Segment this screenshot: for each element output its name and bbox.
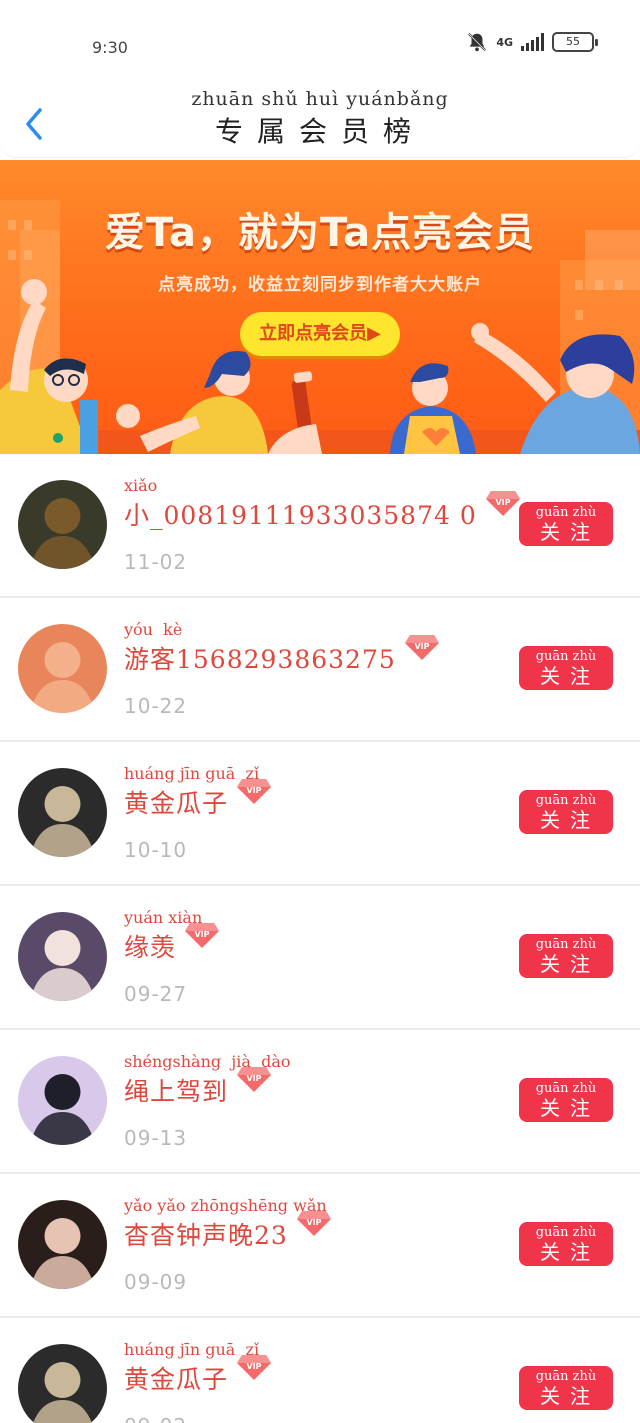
top-bar: 9:30 4G 55 zhuān shǔ huì yuánbǎng 专属会员榜 [0, 0, 640, 158]
follow-button-label: 关注 [540, 664, 600, 688]
svg-text:VIP: VIP [247, 786, 262, 795]
avatar[interactable] [18, 480, 107, 569]
member-name-block: xiǎo 小_00819111933035874 0 VIP [124, 476, 521, 532]
avatar[interactable] [18, 1056, 107, 1145]
follow-button-pinyin: guān zhù [535, 1081, 597, 1096]
follow-button-pinyin: guān zhù [535, 1225, 597, 1240]
list-item[interactable]: yóu kè 游客1568293863275 VIP 10-22 guān zh… [0, 598, 640, 742]
svg-text:VIP: VIP [247, 1074, 262, 1083]
follow-button-pinyin: guān zhù [535, 937, 597, 952]
list-item[interactable]: shéngshàng jià dào 绳上驾到 VIP 09-13 guān z… [0, 1030, 640, 1174]
avatar-image [18, 1344, 107, 1423]
follow-button-label: 关注 [540, 808, 600, 832]
follow-button[interactable]: guān zhù 关注 [519, 502, 613, 546]
member-date: 11-02 [124, 550, 188, 574]
avatar-image [18, 768, 107, 857]
follow-button-label: 关注 [540, 1096, 600, 1120]
avatar-image [18, 1200, 107, 1289]
battery-icon: 55 [552, 32, 598, 52]
svg-text:VIP: VIP [414, 642, 429, 651]
follow-button-pinyin: guān zhù [535, 1369, 597, 1384]
follow-button-label: 关注 [540, 520, 600, 544]
follow-button-pinyin: guān zhù [535, 505, 597, 520]
member-name: 黄金瓜子 [124, 789, 229, 818]
list-item[interactable]: yuán xiàn 缘羡 VIP 09-27 guān zhù 关注 [0, 886, 640, 1030]
activate-membership-label: 立即点亮会员 [259, 323, 368, 344]
follow-button[interactable]: guān zhù 关注 [519, 790, 613, 834]
network-type: 4G [496, 35, 513, 49]
avatar-image [18, 480, 107, 569]
follow-button[interactable]: guān zhù 关注 [519, 1366, 613, 1410]
vip-diamond-icon: VIP [296, 1211, 331, 1236]
member-name-block: shéngshàng jià dào 绳上驾到 VIP [124, 1052, 291, 1108]
list-item[interactable]: huáng jīn guā zǐ 黄金瓜子 VIP 09-02 guān zhù… [0, 1318, 640, 1423]
svg-text:VIP: VIP [306, 1218, 321, 1227]
follow-button-pinyin: guān zhù [535, 649, 597, 664]
page-title-text: 专属会员榜 [214, 115, 425, 148]
muted-bell-icon [468, 32, 487, 52]
member-date: 09-13 [124, 1126, 188, 1150]
member-date: 09-27 [124, 982, 188, 1006]
svg-text:VIP: VIP [247, 1362, 262, 1371]
vip-diamond-icon: VIP [237, 1067, 272, 1092]
signal-icon [521, 33, 544, 51]
avatar[interactable] [18, 1344, 107, 1423]
follow-button-label: 关注 [540, 1240, 600, 1264]
follow-button-label: 关注 [540, 952, 600, 976]
vip-diamond-icon: VIP [237, 779, 272, 804]
status-icons: 4G 55 [466, 31, 598, 53]
member-list: xiǎo 小_00819111933035874 0 VIP 11-02 guā… [0, 454, 640, 1423]
member-name: 绳上驾到 [124, 1077, 229, 1106]
play-triangle-icon: ▶ [367, 323, 381, 344]
vip-diamond-icon: VIP [237, 1355, 272, 1380]
member-name-pinyin: xiǎo [124, 476, 158, 495]
member-name: 缘羡 [124, 933, 177, 962]
follow-button-pinyin: guān zhù [535, 793, 597, 808]
avatar[interactable] [18, 768, 107, 857]
svg-text:VIP: VIP [495, 498, 510, 507]
follow-button[interactable]: guān zhù 关注 [519, 1078, 613, 1122]
follow-button[interactable]: guān zhù 关注 [519, 934, 613, 978]
member-name: 小_00819111933035874 0 [124, 501, 477, 530]
follow-button-label: 关注 [540, 1384, 600, 1408]
vip-diamond-icon: VIP [185, 923, 220, 948]
member-name-block: huáng jīn guā zǐ 黄金瓜子 VIP [124, 764, 272, 820]
status-time: 9:30 [92, 38, 128, 57]
member-date: 10-22 [124, 694, 188, 718]
activate-membership-button[interactable]: 立即点亮会员▶ [240, 312, 400, 356]
avatar[interactable] [18, 912, 107, 1001]
avatar[interactable] [18, 624, 107, 713]
list-item[interactable]: xiǎo 小_00819111933035874 0 VIP 11-02 guā… [0, 454, 640, 598]
avatar-image [18, 624, 107, 713]
follow-button[interactable]: guān zhù 关注 [519, 646, 613, 690]
vip-diamond-icon: VIP [404, 635, 439, 660]
banner-headline: 爱Ta，就为Ta点亮会员 [104, 210, 536, 256]
member-name: 黄金瓜子 [124, 1365, 229, 1394]
vip-diamond-icon: VIP [485, 491, 520, 516]
svg-text:VIP: VIP [195, 930, 210, 939]
member-name-block: yuán xiàn 缘羡 VIP [124, 908, 220, 964]
membership-banner[interactable]: 爱Ta，就为Ta点亮会员 点亮成功，收益立刻同步到作者大大账户 立即点亮会员▶ [0, 160, 640, 454]
member-date: 10-10 [124, 838, 188, 862]
member-date: 09-02 [124, 1414, 187, 1423]
page-title-pinyin: zhuān shǔ huì yuánbǎng [191, 88, 449, 110]
member-name-block: huáng jīn guā zǐ 黄金瓜子 VIP [124, 1340, 272, 1396]
banner-subtitle: 点亮成功，收益立刻同步到作者大大账户 [158, 275, 482, 295]
list-item[interactable]: huáng jīn guā zǐ 黄金瓜子 VIP 10-10 guān zhù… [0, 742, 640, 886]
member-date: 09-09 [124, 1270, 188, 1294]
avatar[interactable] [18, 1200, 107, 1289]
member-name-block: yǎo yǎo zhōngshēng wǎn 杳杳钟声晚23 VIP [124, 1196, 332, 1252]
avatar-image [18, 912, 107, 1001]
member-name-block: yóu kè 游客1568293863275 VIP [124, 620, 440, 676]
follow-button[interactable]: guān zhù 关注 [519, 1222, 613, 1266]
member-name: 游客1568293863275 [124, 645, 396, 674]
avatar-image [18, 1056, 107, 1145]
list-item[interactable]: yǎo yǎo zhōngshēng wǎn 杳杳钟声晚23 VIP 09-09… [0, 1174, 640, 1318]
page-title: zhuān shǔ huì yuánbǎng 专属会员榜 [0, 88, 640, 150]
member-name-pinyin: yóu kè [124, 620, 183, 639]
member-name: 杳杳钟声晚23 [124, 1221, 288, 1250]
